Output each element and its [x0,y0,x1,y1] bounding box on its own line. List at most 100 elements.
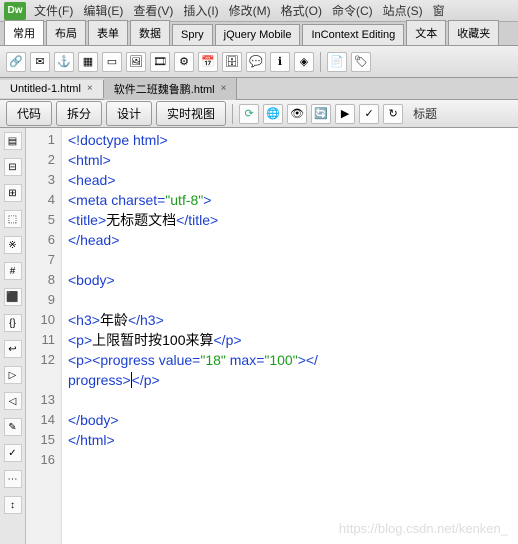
insert-tab-incontext[interactable]: InContext Editing [302,24,404,45]
insert-tab-data[interactable]: 数据 [130,20,170,45]
code-token: "100" [264,352,297,368]
menu-insert[interactable]: 插入(I) [183,2,218,19]
insert-tab-spry[interactable]: Spry [172,24,213,45]
live-code-icon[interactable]: ⟳ [239,104,259,124]
insert-tab-layout[interactable]: 布局 [46,20,86,45]
code-token: "utf-8" [165,192,203,208]
anchor-icon[interactable]: ⚓ [54,52,74,72]
table-icon[interactable]: ▦ [78,52,98,72]
view-code-button[interactable]: 代码 [6,101,52,126]
media-icon[interactable]: 🎞 [150,52,170,72]
code-token: </head> [68,232,119,248]
highlight-icon[interactable]: ⬛ [4,288,22,306]
code-token: </body> [68,412,119,428]
code-token: charset= [111,192,165,208]
image-icon[interactable]: 🖼 [126,52,146,72]
options-icon[interactable]: ▶ [335,104,355,124]
menu-format[interactable]: 格式(O) [281,2,322,19]
title-bar: Dw 文件(F) 编辑(E) 查看(V) 插入(I) 修改(M) 格式(O) 命… [0,0,518,22]
menu-view[interactable]: 查看(V) [133,2,173,19]
view-live-button[interactable]: 实时视图 [156,101,226,126]
menu-modify[interactable]: 修改(M) [229,2,271,19]
nav-icon[interactable]: ↻ [383,104,403,124]
line-num-icon[interactable]: # [4,262,22,280]
insert-panel-tabs: 常用 布局 表单 数据 Spry jQuery Mobile InContext… [0,22,518,46]
script-icon[interactable]: ◈ [294,52,314,72]
close-icon[interactable]: × [221,83,227,94]
menu-window[interactable]: 窗 [433,2,445,19]
balance-icon[interactable]: ※ [4,236,22,254]
menu-site[interactable]: 站点(S) [383,2,423,19]
line-num: 12 [26,350,55,370]
browser-icon[interactable]: 👁 [287,104,307,124]
refresh-icon[interactable]: 🔄 [311,104,331,124]
widget-icon[interactable]: ⚙ [174,52,194,72]
line-num: 1 [26,130,55,150]
indent-icon[interactable]: ▷ [4,366,22,384]
open-docs-icon[interactable]: ▤ [4,132,22,150]
line-num: 5 [26,210,55,230]
watermark: https://blog.csdn.net/kenken_ [339,521,508,536]
code-content[interactable]: <!doctype html> <html> <head> <meta char… [62,128,518,544]
format-icon[interactable]: ✎ [4,418,22,436]
line-num: 16 [26,450,55,470]
code-token: </title> [176,212,218,228]
file-tab-2[interactable]: 软件二班魏鲁鹏.html × [104,78,238,100]
tag-icon[interactable]: 🏷 [351,52,371,72]
view-design-button[interactable]: 设计 [106,101,152,126]
server-icon[interactable]: 🗄 [222,52,242,72]
view-split-button[interactable]: 拆分 [56,101,102,126]
code-editor[interactable]: 1 2 3 4 5 6 7 8 9 10 11 12 13 14 15 16 <… [26,128,518,544]
insert-tab-forms[interactable]: 表单 [88,20,128,45]
line-num: 10 [26,310,55,330]
menu-file[interactable]: 文件(F) [34,2,73,19]
code-token: progress> [68,372,131,388]
close-icon[interactable]: × [87,83,93,94]
code-token: "18" [200,352,226,368]
code-token: </p> [214,332,242,348]
expand-icon[interactable]: ⊞ [4,184,22,202]
insert-tab-common[interactable]: 常用 [4,20,44,45]
email-icon[interactable]: ✉ [30,52,50,72]
select-parent-icon[interactable]: ⬚ [4,210,22,228]
file-tab-1[interactable]: Untitled-1.html × [0,80,104,98]
code-token: value= [159,352,201,368]
collapse-icon[interactable]: ⊟ [4,158,22,176]
toolbar-separator [232,104,233,124]
syntax-icon[interactable]: {} [4,314,22,332]
line-num: 14 [26,410,55,430]
insert-tab-fav[interactable]: 收藏夹 [448,20,499,45]
insert-tab-text[interactable]: 文本 [406,20,446,45]
code-token: <head> [68,172,116,188]
recent-icon[interactable]: ⋯ [4,470,22,488]
line-num: 6 [26,230,55,250]
code-token: <!doctype html> [68,132,168,148]
menu-edit[interactable]: 编辑(E) [83,2,123,19]
word-wrap-icon[interactable]: ↩ [4,340,22,358]
code-token: </html> [68,432,115,448]
line-num: 9 [26,290,55,310]
insert-toolbar: 🔗 ✉ ⚓ ▦ ▭ 🖼 🎞 ⚙ 📅 🗄 💬 ℹ ◈ 📄 🏷 [0,46,518,78]
date-icon[interactable]: 📅 [198,52,218,72]
code-token: > [203,192,211,208]
outdent-icon[interactable]: ◁ [4,392,22,410]
templates-icon[interactable]: 📄 [327,52,347,72]
line-num: 8 [26,270,55,290]
app-logo: Dw [4,2,26,20]
inspect-icon[interactable]: 🌐 [263,104,283,124]
code-token: <p> [68,352,92,368]
line-num: 13 [26,390,55,410]
menu-commands[interactable]: 命令(C) [332,2,373,19]
hyperlink-icon[interactable]: 🔗 [6,52,26,72]
apply-icon[interactable]: ✓ [4,444,22,462]
head-icon[interactable]: ℹ [270,52,290,72]
check-icon[interactable]: ✓ [359,104,379,124]
comment-icon[interactable]: 💬 [246,52,266,72]
code-token: 上限暂时按100来算 [92,332,213,348]
div-icon[interactable]: ▭ [102,52,122,72]
move-icon[interactable]: ↕ [4,496,22,514]
document-toolbar: 代码 拆分 设计 实时视图 ⟳ 🌐 👁 🔄 ▶ ✓ ↻ 标题 [0,100,518,128]
insert-tab-jquery[interactable]: jQuery Mobile [215,24,301,45]
code-token: 年龄 [100,312,128,328]
line-num: 11 [26,330,55,350]
